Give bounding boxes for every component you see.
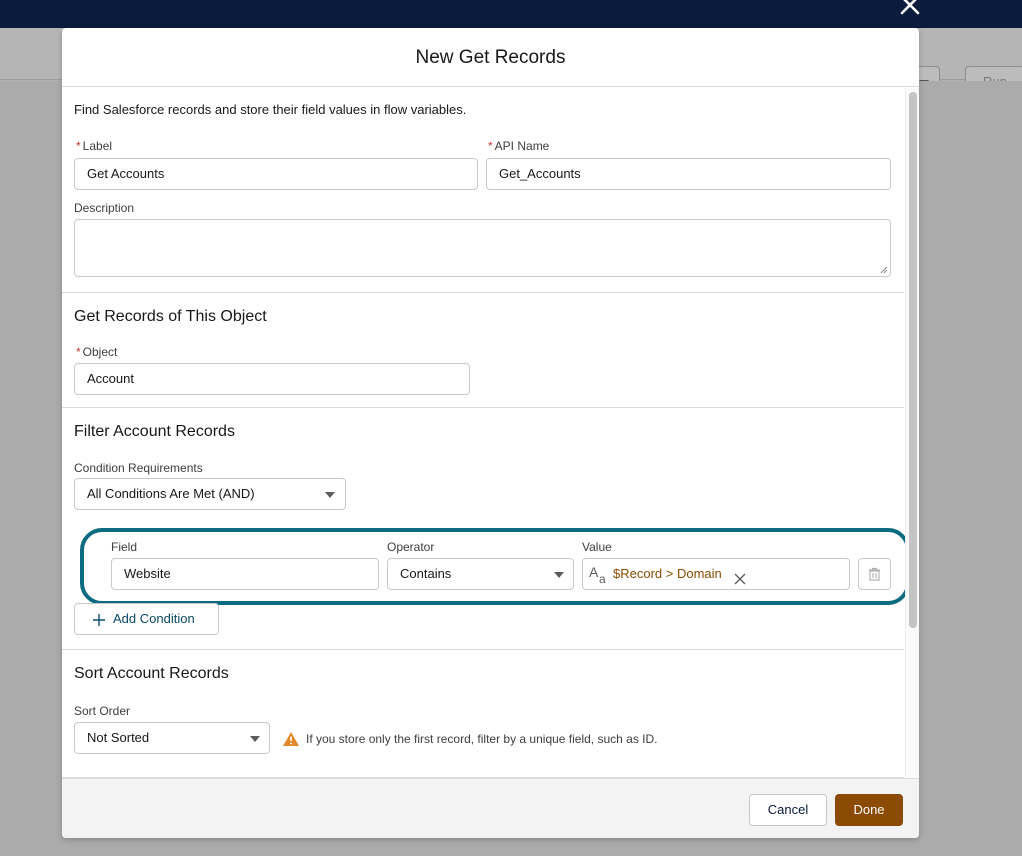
description-field-label: Description [74, 201, 135, 215]
done-button[interactable]: Done [835, 794, 903, 826]
cancel-button[interactable]: Cancel [749, 794, 827, 826]
get-records-modal: New Get Records Find Salesforce records … [62, 28, 919, 838]
chevron-down-icon [250, 736, 260, 742]
add-condition-label: Add Condition [113, 611, 195, 626]
general-section: Find Salesforce records and store their … [62, 88, 904, 293]
close-icon[interactable] [898, 0, 922, 17]
add-condition-button[interactable]: Add Condition [74, 603, 219, 635]
modal-scrollbar[interactable] [905, 88, 919, 778]
condition-highlight-outline [80, 528, 910, 605]
sort-section: Sort Account Records Sort Order Not Sort… [62, 650, 904, 778]
object-field-label: * Object [76, 345, 118, 359]
app-top-bar [0, 0, 1022, 28]
sort-order-value: Not Sorted [87, 730, 150, 745]
api-name-input[interactable]: Get_Accounts [486, 158, 891, 190]
filter-section-title: Filter Account Records [74, 423, 235, 440]
object-section: Get Records of This Object * Object Accou… [62, 293, 904, 408]
modal-header: New Get Records [62, 28, 919, 87]
sort-warning-text: If you store only the first record, filt… [306, 732, 658, 746]
sort-order-select[interactable]: Not Sorted [74, 722, 270, 754]
modal-description: Find Salesforce records and store their … [74, 102, 467, 117]
plus-icon [93, 614, 105, 626]
object-section-title: Get Records of This Object [74, 308, 267, 325]
modal-body: Find Salesforce records and store their … [62, 88, 919, 778]
scrollbar-thumb[interactable] [909, 92, 917, 628]
chevron-down-icon [325, 492, 335, 498]
label-input[interactable]: Get Accounts [74, 158, 478, 190]
description-textarea[interactable] [74, 219, 891, 277]
api-name-field-label: * API Name [488, 139, 550, 153]
sort-order-label: Sort Order [74, 704, 131, 718]
modal-title: New Get Records [415, 47, 566, 68]
modal-footer: Cancel Done [62, 778, 919, 838]
condition-requirements-value: All Conditions Are Met (AND) [87, 486, 255, 501]
resize-grip-icon[interactable] [880, 266, 888, 274]
condition-requirements-label: Condition Requirements [74, 461, 203, 475]
warning-icon [283, 732, 299, 746]
condition-requirements-select[interactable]: All Conditions Are Met (AND) [74, 478, 346, 510]
object-input[interactable]: Account [74, 363, 470, 395]
label-field-label: * Label [76, 139, 113, 153]
sort-section-title: Sort Account Records [74, 665, 229, 682]
